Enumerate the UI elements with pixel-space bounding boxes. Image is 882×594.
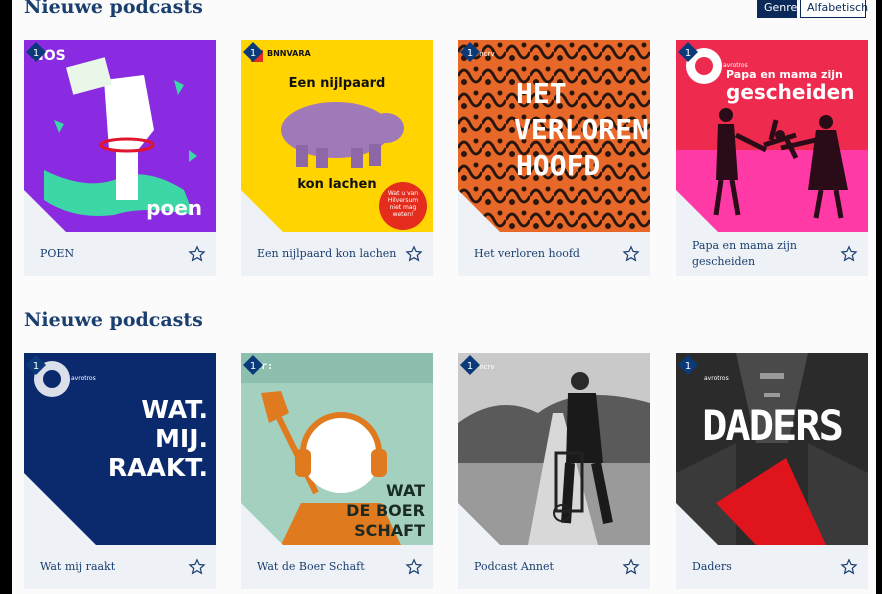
svg-text:1: 1 <box>33 361 39 372</box>
cover-title-line-1: Een nijlpaard <box>288 76 386 91</box>
podcast-cover[interactable]: kro ncrv 1 <box>458 353 650 545</box>
podcast-card-papa-mama[interactable]: avrotros Papa en mama zijn gescheiden 1 … <box>676 40 868 277</box>
podcast-card-nijlpaard[interactable]: BNNVARA Een nijlpaard kon lachen Wat u v… <box>241 40 433 277</box>
podcast-cover[interactable]: avrotros WAT. MIJ. RAAKT. 1 <box>24 353 216 545</box>
podcast-caption: Een nijlpaard kon lachen <box>241 232 433 276</box>
podcast-overview: Nieuwe podcasts Genre Alfabetisch NOS po… <box>12 0 876 594</box>
npo-1-badge-icon: 1 <box>243 42 263 62</box>
podcast-caption: Wat mij raakt <box>24 545 216 589</box>
podcast-card-daders[interactable]: avrotros DADERS 1 Daders <box>676 353 868 590</box>
podcast-card-wat-mij-raakt[interactable]: avrotros WAT. MIJ. RAAKT. 1 Wat mij raak… <box>24 353 216 590</box>
svg-text:1: 1 <box>250 361 256 372</box>
podcast-cover[interactable]: BNNVARA Een nijlpaard kon lachen Wat u v… <box>241 40 433 232</box>
podcast-cover[interactable]: kro ncrv HET VERLOREN HOOFD 1 <box>458 40 650 232</box>
svg-text:1: 1 <box>467 48 473 59</box>
npo-1-badge-icon: 1 <box>678 355 698 375</box>
svg-text:1: 1 <box>250 48 256 59</box>
podcast-title[interactable]: Daders <box>692 545 832 589</box>
podcast-cover[interactable]: ntr: WAT DE BOER SCHAFT 1 <box>241 353 433 545</box>
section-title: Nieuwe podcasts <box>24 0 203 18</box>
podcast-title[interactable]: Podcast Annet <box>474 545 614 589</box>
podcast-cover[interactable]: avrotros Papa en mama zijn gescheiden 1 <box>676 40 868 232</box>
brand-logo: avrotros <box>71 375 96 382</box>
svg-text:1: 1 <box>467 361 473 372</box>
npo-1-badge-icon: 1 <box>26 42 46 62</box>
star-outline-icon[interactable] <box>405 558 423 576</box>
podcast-card-poen[interactable]: NOS poen 1 POEN <box>24 40 216 277</box>
cover-title: DADERS <box>702 401 844 450</box>
annet-cover-art <box>458 353 650 545</box>
cover-title-line-2: gescheiden <box>726 80 855 104</box>
sort-alphabetical-button[interactable]: Alfabetisch <box>800 0 868 18</box>
npo-1-badge-icon: 1 <box>26 355 46 375</box>
podcast-title[interactable]: Het verloren hoofd <box>474 232 614 276</box>
podcast-title[interactable]: Een nijlpaard kon lachen <box>257 232 397 276</box>
podcast-cover[interactable]: NOS poen 1 <box>24 40 216 232</box>
podcast-caption: Het verloren hoofd <box>458 232 650 276</box>
podcast-caption: POEN <box>24 232 216 276</box>
star-outline-icon[interactable] <box>622 558 640 576</box>
podcast-cover[interactable]: avrotros DADERS 1 <box>676 353 868 545</box>
podcast-caption: Podcast Annet <box>458 545 650 589</box>
cover-title: WAT. MIJ. RAAKT. <box>107 395 208 482</box>
svg-text:1: 1 <box>685 361 691 372</box>
npo-1-badge-icon: 1 <box>678 42 698 62</box>
podcast-card-wat-de-boer-schaft[interactable]: ntr: WAT DE BOER SCHAFT 1 Wat de Boer Sc… <box>241 353 433 590</box>
star-outline-icon[interactable] <box>622 245 640 263</box>
podcast-title[interactable]: POEN <box>40 232 180 276</box>
npo-1-badge-icon: 1 <box>243 355 263 375</box>
svg-text:1: 1 <box>685 48 691 59</box>
cover-title: WAT DE BOER SCHAFT <box>346 481 425 540</box>
brand-logo: avrotros <box>704 375 729 382</box>
star-outline-icon[interactable] <box>840 558 858 576</box>
podcast-caption: Papa en mama zijn gescheiden <box>676 232 868 276</box>
svg-text:1: 1 <box>33 48 39 59</box>
npo-1-badge-icon: 1 <box>460 355 480 375</box>
brand-logo: BNNVARA <box>267 49 311 58</box>
npo-1-badge-icon: 1 <box>460 42 480 62</box>
cover-title: poen <box>146 196 202 220</box>
cover-sticker: Wat u van Hilversum niet mag weten! <box>387 190 419 218</box>
podcast-title[interactable]: Papa en mama zijn gescheiden <box>692 232 832 276</box>
podcast-title[interactable]: Wat mij raakt <box>40 545 180 589</box>
section-title: Nieuwe podcasts <box>24 309 203 331</box>
podcast-card-verloren-hoofd[interactable]: kro ncrv HET VERLOREN HOOFD 1 Het verlor… <box>458 40 650 277</box>
star-outline-icon[interactable] <box>188 245 206 263</box>
star-outline-icon[interactable] <box>840 245 858 263</box>
cover-title: HET VERLOREN HOOFD <box>514 77 649 182</box>
star-outline-icon[interactable] <box>188 558 206 576</box>
podcast-caption: Wat de Boer Schaft <box>241 545 433 589</box>
sort-genre-button[interactable]: Genre <box>757 0 797 18</box>
podcast-card-annet[interactable]: kro ncrv 1 Podcast Annet <box>458 353 650 590</box>
podcast-title[interactable]: Wat de Boer Schaft <box>257 545 397 589</box>
podcast-caption: Daders <box>676 545 868 589</box>
star-outline-icon[interactable] <box>405 245 423 263</box>
